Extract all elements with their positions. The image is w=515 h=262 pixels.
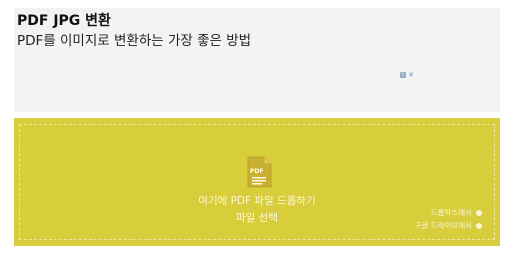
from-google-drive-link[interactable]: 구글 드라이브에서 <box>414 220 482 231</box>
ad-info-icon[interactable]: i <box>400 72 406 78</box>
from-dropbox-label: 드롭박스에서 <box>430 208 472 217</box>
ad-choices-badge[interactable]: i ✕ <box>400 71 414 79</box>
ad-title[interactable]: PDF JPG 변환 <box>17 10 111 30</box>
file-dropzone[interactable]: PDF 여기에 PDF 파일 드롭하기 파일 선택 드롭박스에서 구글 드라이브… <box>14 118 500 246</box>
ad-subtitle[interactable]: PDF를 이미지로 변환하는 가장 좋은 방법 <box>17 29 251 49</box>
pdf-icon-label: PDF <box>250 168 263 175</box>
drop-files-label: 여기에 PDF 파일 드롭하기 <box>198 195 316 207</box>
dropbox-icon <box>476 209 482 216</box>
from-dropbox-link[interactable]: 드롭박스에서 <box>431 207 482 218</box>
pdf-file-icon: PDF <box>247 156 272 188</box>
ad-close-icon[interactable]: ✕ <box>408 72 414 79</box>
google-drive-icon <box>476 222 482 229</box>
ad-banner[interactable]: PDF JPG 변환 PDF를 이미지로 변환하는 가장 좋은 방법 i ✕ <box>14 8 500 112</box>
from-google-drive-label: 구글 드라이브에서 <box>414 221 472 230</box>
